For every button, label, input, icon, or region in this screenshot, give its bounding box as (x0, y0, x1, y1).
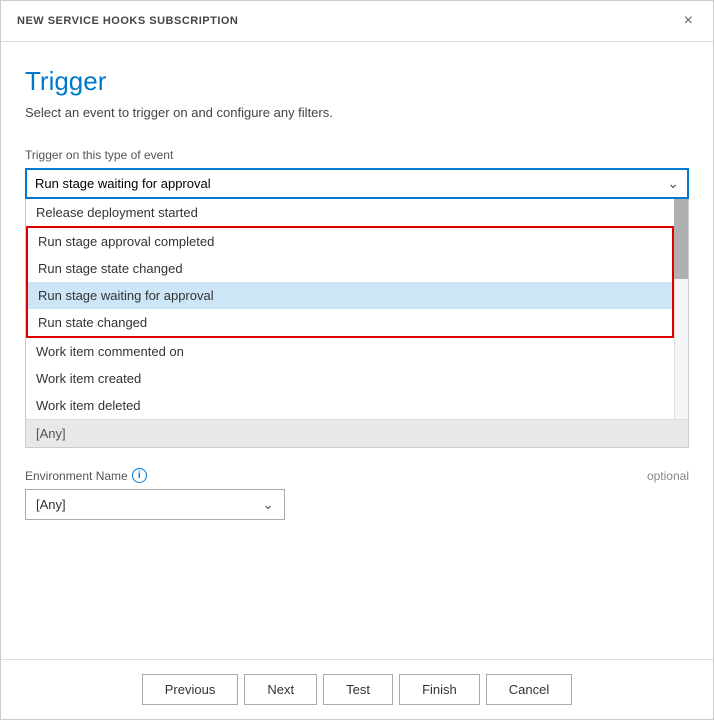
page-title: Trigger (25, 66, 689, 97)
environment-name-value: [Any] (36, 497, 66, 512)
trigger-dropdown-wrapper: Run stage waiting for approval ⌄ Release… (25, 168, 689, 448)
environment-name-section: Environment Name i optional [Any] ⌄ (25, 468, 689, 520)
info-icon[interactable]: i (132, 468, 147, 483)
dialog-footer: Previous Next Test Finish Cancel (1, 659, 713, 719)
dropdown-option-run-stage-waiting-for-approval[interactable]: Run stage waiting for approval (28, 282, 672, 309)
finish-button[interactable]: Finish (399, 674, 480, 705)
dialog-body: Trigger Select an event to trigger on an… (1, 42, 713, 659)
page-subtitle: Select an event to trigger on and config… (25, 105, 689, 120)
trigger-field-label: Trigger on this type of event (25, 148, 689, 162)
trigger-dropdown-scroll-wrapper: Release deployment started Run stage app… (26, 199, 688, 419)
any-bar: [Any] (26, 419, 688, 447)
cancel-button[interactable]: Cancel (486, 674, 572, 705)
optional-text: optional (647, 469, 689, 483)
env-label-left: Environment Name i (25, 468, 147, 483)
dropdown-option-work-item-commented-on[interactable]: Work item commented on (26, 338, 674, 365)
env-label-row: Environment Name i optional (25, 468, 689, 483)
dropdown-option-run-state-changed[interactable]: Run state changed (28, 309, 672, 336)
dropdown-option-run-stage-approval-completed[interactable]: Run stage approval completed (28, 228, 672, 255)
trigger-dropdown-selected[interactable]: Run stage waiting for approval ⌄ (25, 168, 689, 199)
trigger-selected-value: Run stage waiting for approval (35, 176, 211, 191)
environment-name-dropdown[interactable]: [Any] ⌄ (25, 489, 285, 520)
dialog-title: NEW SERVICE HOOKS SUBSCRIPTION (17, 15, 238, 27)
dropdown-option-work-item-deleted[interactable]: Work item deleted (26, 392, 674, 419)
env-chevron-down-icon: ⌄ (262, 496, 274, 513)
test-button[interactable]: Test (323, 674, 393, 705)
environment-name-label: Environment Name (25, 469, 128, 483)
previous-button[interactable]: Previous (142, 674, 239, 705)
trigger-dropdown-list: Release deployment started Run stage app… (26, 199, 688, 419)
dropdown-option-release-deployment-started[interactable]: Release deployment started (26, 199, 674, 226)
dialog: NEW SERVICE HOOKS SUBSCRIPTION × Trigger… (0, 0, 714, 720)
dropdown-option-work-item-created[interactable]: Work item created (26, 365, 674, 392)
scrollbar-track[interactable] (674, 199, 688, 419)
close-button[interactable]: × (680, 11, 697, 31)
red-box-group: Run stage approval completed Run stage s… (26, 226, 674, 338)
dropdown-option-run-stage-state-changed[interactable]: Run stage state changed (28, 255, 672, 282)
trigger-dropdown-list-container: Release deployment started Run stage app… (25, 199, 689, 448)
scrollbar-thumb[interactable] (674, 199, 688, 279)
dialog-header: NEW SERVICE HOOKS SUBSCRIPTION × (1, 1, 713, 42)
chevron-down-icon: ⌄ (667, 175, 679, 192)
next-button[interactable]: Next (244, 674, 317, 705)
